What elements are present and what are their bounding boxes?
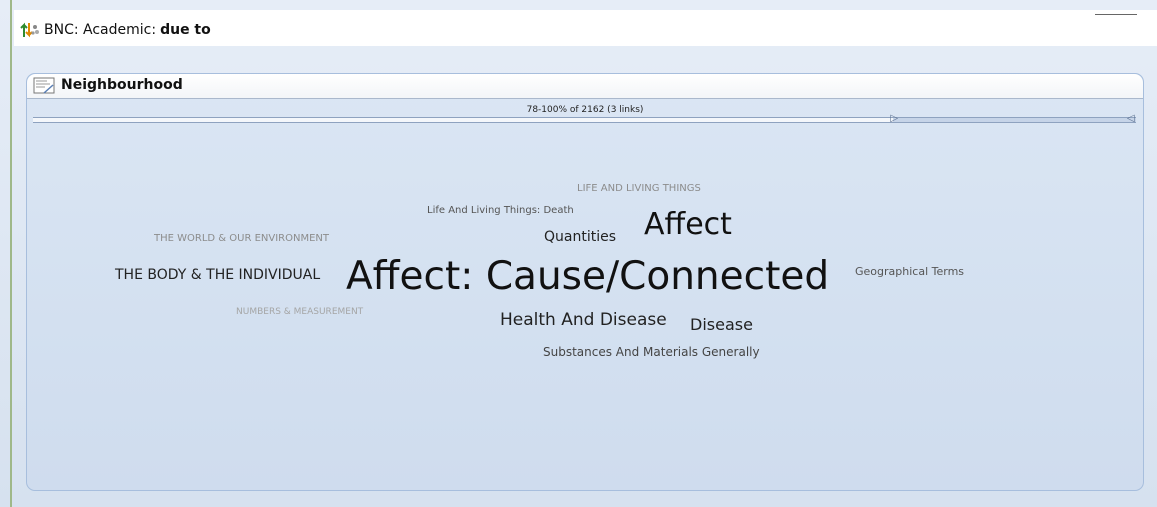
document-chart-icon: [33, 77, 55, 94]
left-border: [10, 0, 12, 507]
corner-mark: [1095, 14, 1137, 15]
cloud-word[interactable]: Substances And Materials Generally: [543, 346, 760, 358]
range-label: 78-100% of 2162 (3 links): [526, 105, 644, 115]
panel-header: Neighbourhood: [27, 74, 1143, 99]
panel-title: Neighbourhood: [61, 77, 183, 93]
slider-selected-range: [893, 118, 1136, 122]
cloud-word[interactable]: Disease: [690, 317, 753, 333]
query-text: due to: [160, 22, 211, 38]
cloud-word[interactable]: Affect: [644, 210, 732, 240]
cloud-word[interactable]: THE WORLD & OUR ENVIRONMENT: [154, 234, 329, 244]
range-slider[interactable]: ▷ ◁: [33, 114, 1136, 124]
slider-lower-handle[interactable]: ▷: [890, 114, 898, 124]
title-prefix: BNC: Academic:: [44, 22, 157, 38]
slider-upper-handle[interactable]: ◁: [1127, 114, 1135, 124]
app-window: BNC: Academic: due to Neighbourhood 78-10…: [0, 0, 1157, 507]
cloud-word[interactable]: Quantities: [544, 230, 616, 244]
cloud-word[interactable]: Health And Disease: [500, 312, 667, 329]
neighbourhood-panel: Neighbourhood 78-100% of 2162 (3 links) …: [26, 73, 1144, 491]
cloud-word[interactable]: NUMBERS & MEASUREMENT: [236, 308, 363, 317]
cloud-word[interactable]: Affect: Cause/Connected: [346, 257, 829, 296]
title-bar: BNC: Academic: due to: [14, 10, 1157, 46]
window-title: BNC: Academic: due to: [44, 22, 211, 38]
sort-arrows-icon[interactable]: [20, 21, 40, 43]
cloud-word[interactable]: Life And Living Things: Death: [427, 206, 574, 216]
cloud-word[interactable]: THE BODY & THE INDIVIDUAL: [115, 268, 320, 282]
cloud-word[interactable]: Geographical Terms: [855, 266, 964, 277]
cloud-word[interactable]: LIFE AND LIVING THINGS: [577, 184, 701, 194]
